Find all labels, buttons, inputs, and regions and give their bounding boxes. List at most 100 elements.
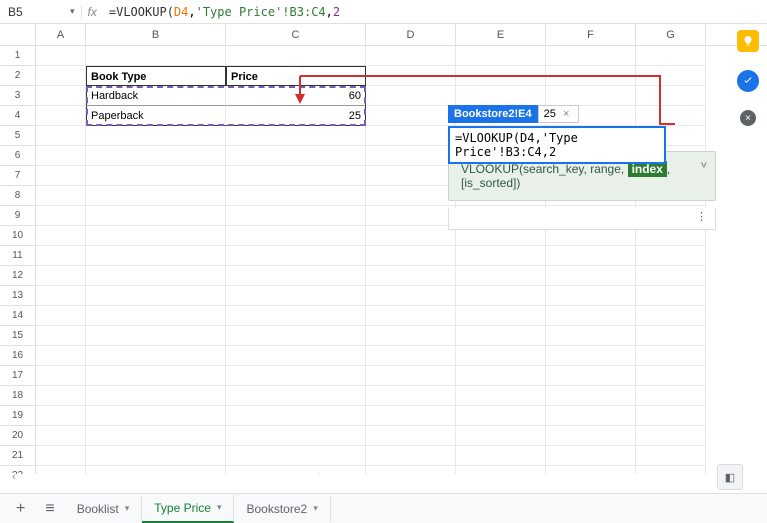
cell[interactable]: [226, 206, 366, 226]
cell[interactable]: [456, 246, 546, 266]
cell[interactable]: [636, 426, 706, 446]
select-all-corner[interactable]: [0, 24, 36, 45]
spreadsheet-grid[interactable]: A B C D E F G 12Book TypePrice3Hardback6…: [0, 24, 767, 474]
cell[interactable]: [456, 366, 546, 386]
cell[interactable]: [226, 286, 366, 306]
cell[interactable]: [366, 286, 456, 306]
cell[interactable]: [456, 286, 546, 306]
cell[interactable]: [36, 286, 86, 306]
cell[interactable]: [366, 126, 456, 146]
cell[interactable]: [226, 266, 366, 286]
cell[interactable]: [636, 326, 706, 346]
cell[interactable]: [226, 146, 366, 166]
cell[interactable]: [36, 306, 86, 326]
cell[interactable]: [36, 446, 86, 466]
cell[interactable]: [86, 146, 226, 166]
cell[interactable]: [636, 306, 706, 326]
row-header[interactable]: 18: [0, 386, 36, 406]
cell[interactable]: [366, 446, 456, 466]
row-header[interactable]: 2: [0, 66, 36, 86]
cell[interactable]: [36, 246, 86, 266]
tab-menu-icon[interactable]: ▾: [313, 503, 318, 514]
row-header[interactable]: 20: [0, 426, 36, 446]
row-header[interactable]: 14: [0, 306, 36, 326]
sheet-tab-booklist[interactable]: Booklist▾: [65, 496, 143, 522]
row-header[interactable]: 5: [0, 126, 36, 146]
cell[interactable]: [226, 466, 366, 474]
cell[interactable]: [546, 86, 636, 106]
row-header[interactable]: 19: [0, 406, 36, 426]
cell[interactable]: [86, 406, 226, 426]
cell[interactable]: [546, 46, 636, 66]
cell[interactable]: [636, 406, 706, 426]
formula-bar-text[interactable]: =VLOOKUP(D4,'Type Price'!B3:C4,2: [103, 5, 346, 19]
cell[interactable]: [636, 66, 706, 86]
cell[interactable]: [86, 386, 226, 406]
cell[interactable]: [226, 126, 366, 146]
cell[interactable]: [86, 246, 226, 266]
cell[interactable]: [546, 266, 636, 286]
cell[interactable]: [636, 366, 706, 386]
cell[interactable]: Price: [226, 66, 366, 86]
cell[interactable]: [36, 326, 86, 346]
hint-menu-bar[interactable]: ⋮: [448, 208, 716, 230]
cell[interactable]: [226, 166, 366, 186]
cell[interactable]: [226, 346, 366, 366]
cell[interactable]: [456, 446, 546, 466]
cell-formula-editor[interactable]: =VLOOKUP(D4,'Type Price'!B3:C4,2: [448, 126, 666, 164]
hint-collapse-icon[interactable]: ˅: [701, 160, 707, 172]
cell[interactable]: [226, 386, 366, 406]
cell[interactable]: [86, 166, 226, 186]
close-side-panel-icon[interactable]: ×: [740, 110, 756, 126]
scroll-tabs-left-icon[interactable]: ‹: [4, 464, 24, 490]
cell[interactable]: [86, 346, 226, 366]
cell[interactable]: [456, 386, 546, 406]
cell[interactable]: [366, 86, 456, 106]
cell[interactable]: [36, 146, 86, 166]
cell[interactable]: [36, 126, 86, 146]
col-header-B[interactable]: B: [86, 24, 226, 45]
cell[interactable]: [226, 186, 366, 206]
cell[interactable]: [456, 466, 546, 474]
cell[interactable]: [546, 426, 636, 446]
cell[interactable]: [366, 186, 456, 206]
cell[interactable]: [36, 46, 86, 66]
cell[interactable]: [366, 66, 456, 86]
row-header[interactable]: 11: [0, 246, 36, 266]
cell[interactable]: [456, 66, 546, 86]
cell[interactable]: [36, 166, 86, 186]
row-header[interactable]: 17: [0, 366, 36, 386]
cell[interactable]: [546, 466, 636, 474]
cell[interactable]: 60: [226, 86, 366, 106]
cell[interactable]: [226, 226, 366, 246]
cell[interactable]: [366, 366, 456, 386]
cell[interactable]: [456, 306, 546, 326]
cell[interactable]: [366, 46, 456, 66]
cell[interactable]: [36, 266, 86, 286]
cell[interactable]: [636, 386, 706, 406]
cell[interactable]: [366, 146, 456, 166]
name-box-dropdown-icon[interactable]: ▾: [64, 6, 81, 17]
row-header[interactable]: 12: [0, 266, 36, 286]
cell[interactable]: [546, 326, 636, 346]
col-header-E[interactable]: E: [456, 24, 546, 45]
cell[interactable]: [86, 326, 226, 346]
cell[interactable]: [86, 466, 226, 474]
name-box[interactable]: B5: [4, 3, 64, 21]
sheet-tab-type-price[interactable]: Type Price▾: [142, 495, 234, 523]
tab-menu-icon[interactable]: ▾: [125, 503, 130, 514]
cell[interactable]: [636, 286, 706, 306]
tooltip-close-icon[interactable]: ×: [559, 108, 573, 120]
col-header-C[interactable]: C: [226, 24, 366, 45]
cell[interactable]: [36, 186, 86, 206]
cell[interactable]: [636, 246, 706, 266]
cell[interactable]: [366, 326, 456, 346]
cell[interactable]: [226, 426, 366, 446]
cell[interactable]: [456, 326, 546, 346]
cell[interactable]: [86, 226, 226, 246]
row-header[interactable]: 6: [0, 146, 36, 166]
row-header[interactable]: 15: [0, 326, 36, 346]
tab-menu-icon[interactable]: ▾: [217, 502, 222, 513]
cell[interactable]: [546, 366, 636, 386]
cell[interactable]: [86, 266, 226, 286]
